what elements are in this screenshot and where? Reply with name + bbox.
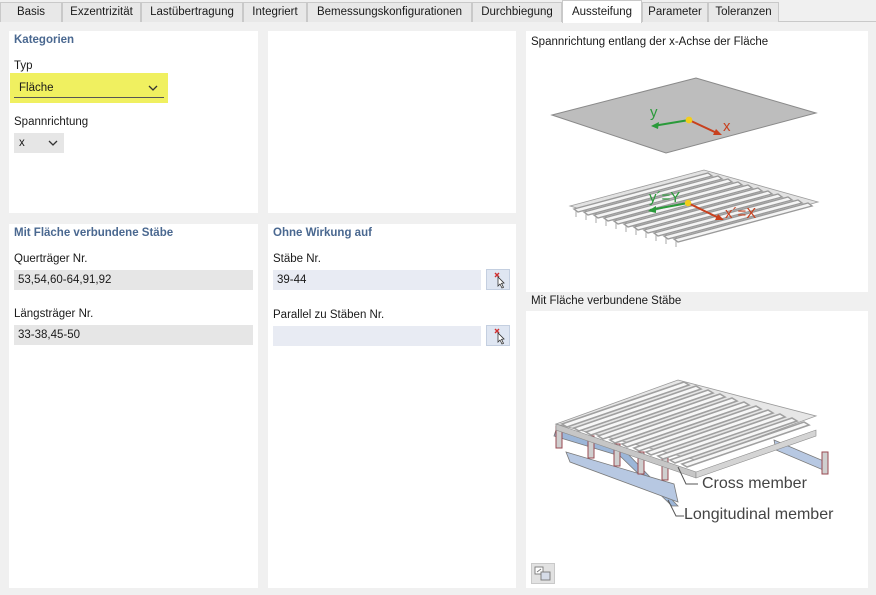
staebe-field[interactable]: 39-44: [273, 270, 481, 290]
tab-toleranzen[interactable]: Toleranzen: [708, 2, 779, 22]
quertraeger-label: Querträger Nr.: [14, 253, 88, 265]
axis-x-label: x: [723, 118, 731, 135]
tab-integriert[interactable]: Integriert: [243, 2, 307, 22]
pick-members-button[interactable]: [486, 269, 510, 290]
span-direction-diagram: y x y´=Y x´=X: [550, 77, 820, 247]
parallel-label: Parallel zu Stäben Nr.: [273, 309, 385, 321]
pick-cursor-icon: [494, 328, 505, 345]
axis-x2-label: x´=X: [725, 205, 756, 222]
spannrichtung-value: x: [19, 137, 25, 149]
tab-aussteifung[interactable]: Aussteifung: [562, 0, 642, 23]
kategorien-title: Kategorien: [14, 34, 75, 46]
chevron-down-icon: [48, 133, 58, 160]
chevron-down-icon: [148, 78, 158, 105]
longitudinal-member-label: Longitudinal member: [684, 506, 834, 523]
empty-panel: [268, 31, 516, 213]
ohne-wirkung-title: Ohne Wirkung auf: [273, 227, 372, 239]
tab-basis[interactable]: Basis: [0, 2, 62, 22]
verbundene-title: Mit Fläche verbundene Stäbe: [14, 227, 174, 239]
typ-label: Typ: [14, 60, 33, 72]
tab-durchbiegung[interactable]: Durchbiegung: [472, 2, 562, 22]
typ-select-value: Fläche: [19, 82, 54, 94]
tab-exzentrizitaet[interactable]: Exzentrizität: [62, 2, 141, 22]
tab-lastuebertragung[interactable]: Lastübertragung: [141, 2, 243, 22]
laengstraeger-label: Längsträger Nr.: [14, 308, 94, 320]
spannrichtung-select[interactable]: x: [14, 133, 64, 153]
typ-select[interactable]: Fläche: [14, 78, 164, 98]
tab-bemessungskonfigurationen[interactable]: Bemessungskonfigurationen: [307, 2, 472, 22]
ribbed-deck: [568, 169, 820, 247]
pick-parallel-button[interactable]: [486, 325, 510, 346]
preview-bottom-caption: Mit Fläche verbundene Stäbe: [531, 295, 682, 307]
staebe-label: Stäbe Nr.: [273, 253, 321, 265]
parallel-field[interactable]: [273, 326, 481, 346]
quertraeger-field[interactable]: 53,54,60-64,91,92: [14, 270, 253, 290]
cross-member-label: Cross member: [702, 475, 808, 492]
view-toggle-button[interactable]: [531, 563, 555, 584]
members-diagram: Cross member Longitudinal member: [553, 379, 834, 523]
preview-top-caption: Spannrichtung entlang der x-Achse der Fl…: [531, 36, 769, 48]
spannrichtung-label: Spannrichtung: [14, 116, 89, 128]
surface-plane: [550, 77, 818, 154]
tab-bar: Basis Exzentrizität Lastübertragung Inte…: [0, 0, 876, 23]
tab-parameter[interactable]: Parameter: [642, 2, 708, 22]
axis-y-label: y: [650, 104, 658, 121]
pick-cursor-icon: [494, 272, 505, 289]
image-view-icon: [534, 566, 551, 581]
laengstraeger-field[interactable]: 33-38,45-50: [14, 325, 253, 345]
axis-y2-label: y´=Y: [649, 189, 680, 206]
